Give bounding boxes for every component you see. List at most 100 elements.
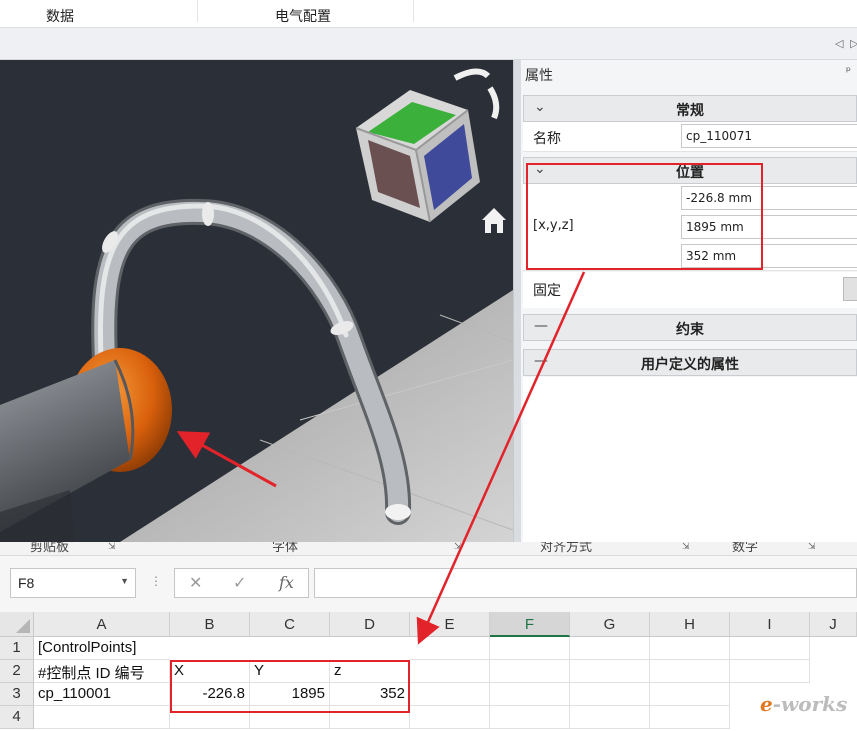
cell-e4[interactable] — [410, 706, 490, 729]
cell-e1[interactable] — [410, 637, 490, 660]
tab-strip: 数据 电气配置 — [0, 0, 857, 28]
y-field[interactable]: 1895 mm — [681, 215, 857, 239]
3d-viewport[interactable] — [0, 60, 513, 542]
section-position-label: 位置 — [676, 165, 704, 181]
cell-d3[interactable]: 352 — [330, 683, 410, 706]
cell-h2[interactable] — [650, 660, 730, 683]
floor-plane — [120, 290, 513, 542]
column-header[interactable]: J — [810, 612, 857, 637]
3d-scene[interactable] — [0, 60, 513, 542]
rotate-icon[interactable] — [487, 86, 500, 120]
home-icon[interactable] — [482, 208, 506, 233]
column-header[interactable]: H — [650, 612, 730, 637]
cell-f3[interactable] — [490, 683, 570, 706]
section-position-header[interactable]: 位置 ⌄ — [523, 157, 857, 184]
row-header[interactable]: 4 — [0, 706, 34, 729]
section-custom-label: 用户定义的属性 — [641, 357, 739, 373]
eworks-watermark: e-works — [760, 692, 848, 716]
dialog-launcher-icon[interactable]: ⇲ — [454, 542, 462, 552]
section-general-header[interactable]: 常规 ⌄ — [523, 95, 857, 122]
cell-a3[interactable]: cp_110001 — [34, 683, 170, 706]
cell-b3[interactable]: -226.8 — [170, 683, 250, 706]
ribbon-group-alignment: 对齐方式 — [540, 542, 593, 555]
properties-title: 属性 — [525, 68, 553, 84]
ribbon-group-clipboard: 剪贴板 — [30, 542, 70, 555]
cell-i1[interactable] — [730, 637, 810, 660]
column-header[interactable]: A — [34, 612, 170, 637]
splitter-dots-icon[interactable]: ⋮ — [150, 574, 162, 588]
x-field[interactable]: -226.8 mm — [681, 186, 857, 210]
cell-e2[interactable] — [410, 660, 490, 683]
row-header[interactable]: 2 — [0, 660, 34, 683]
name-label: 名称 — [533, 131, 561, 147]
tab-data[interactable]: 数据 — [46, 6, 74, 26]
chevron-down-icon[interactable]: ▼ — [120, 576, 129, 586]
cell-h3[interactable] — [650, 683, 730, 706]
spreadsheet-grid[interactable]: A B C D E F G H I J 1 2 3 4 [ControlPoin… — [0, 612, 857, 731]
cell-h4[interactable] — [650, 706, 730, 729]
properties-empty-area — [523, 377, 857, 542]
column-header[interactable]: G — [570, 612, 650, 637]
cell-c3[interactable]: 1895 — [250, 683, 330, 706]
chevron-down-icon[interactable]: ⌄ — [534, 161, 546, 177]
cable-endpoint[interactable] — [385, 504, 411, 520]
cancel-icon[interactable]: ✕ — [189, 573, 202, 592]
cell-c2[interactable]: Y — [250, 660, 330, 683]
z-field[interactable]: 352 mm — [681, 244, 857, 268]
column-header-selected[interactable]: F — [490, 612, 570, 637]
dialog-launcher-icon[interactable]: ⇲ — [682, 542, 690, 552]
cell-b2[interactable]: X — [170, 660, 250, 683]
scroll-left-icon[interactable]: ◁ — [835, 37, 843, 50]
column-header[interactable]: D — [330, 612, 410, 637]
section-constraint-header[interactable]: 约束 — — [523, 314, 857, 341]
scroll-right-icon[interactable]: ▷ — [850, 37, 857, 50]
row-header[interactable]: 3 — [0, 683, 34, 706]
name-field[interactable]: cp_110071 — [681, 124, 857, 148]
cell-a2[interactable]: #控制点 ID 编号 — [34, 660, 170, 683]
cell-d2[interactable]: z — [330, 660, 410, 683]
panel-splitter[interactable] — [513, 60, 521, 542]
name-box[interactable]: F8 ▼ — [10, 568, 136, 598]
section-constraint-label: 约束 — [676, 322, 704, 338]
cell-i2[interactable] — [730, 660, 810, 683]
column-header[interactable]: C — [250, 612, 330, 637]
rotate-icon[interactable] — [453, 68, 491, 81]
cell-b4[interactable] — [170, 706, 250, 729]
pin-icon[interactable]: ᵖ — [846, 64, 851, 78]
dialog-launcher-icon[interactable]: ⇲ — [808, 542, 816, 552]
ribbon-group-labels: 剪贴板 ⇲ 字体 ⇲ 对齐方式 ⇲ 数字 ⇲ — [0, 542, 857, 556]
control-point-ring[interactable] — [202, 202, 214, 226]
cell-g4[interactable] — [570, 706, 650, 729]
fixed-row: 固定 — [523, 272, 857, 308]
formula-input[interactable] — [314, 568, 857, 598]
cell-c4[interactable] — [250, 706, 330, 729]
column-header[interactable]: E — [410, 612, 490, 637]
insert-function-icon[interactable]: fx — [279, 573, 294, 592]
cell-e3[interactable] — [410, 683, 490, 706]
collapse-icon[interactable]: — — [534, 353, 548, 369]
cell-d4[interactable] — [330, 706, 410, 729]
cell-h1[interactable] — [650, 637, 730, 660]
select-all-corner[interactable] — [0, 612, 34, 637]
cell-g1[interactable] — [570, 637, 650, 660]
view-cube[interactable] — [355, 90, 480, 223]
cell-f1[interactable] — [490, 637, 570, 660]
column-header[interactable]: B — [170, 612, 250, 637]
lock-toggle[interactable] — [843, 277, 857, 301]
section-custom-header[interactable]: 用户定义的属性 — — [523, 349, 857, 376]
tab-electrical-config[interactable]: 电气配置 — [275, 6, 331, 26]
cell-f4[interactable] — [490, 706, 570, 729]
chevron-down-icon[interactable]: ⌄ — [534, 99, 546, 115]
column-header[interactable]: I — [730, 612, 810, 637]
enter-icon[interactable]: ✓ — [233, 573, 246, 592]
cell-a1[interactable]: [ControlPoints] — [34, 637, 170, 660]
cell-f2[interactable] — [490, 660, 570, 683]
dialog-launcher-icon[interactable]: ⇲ — [108, 542, 116, 552]
cell-g2[interactable] — [570, 660, 650, 683]
cell-a4[interactable] — [34, 706, 170, 729]
row-header[interactable]: 1 — [0, 637, 34, 660]
collapse-icon[interactable]: — — [534, 318, 548, 334]
cell-g3[interactable] — [570, 683, 650, 706]
properties-panel: 属性 ᵖ 常规 ⌄ 名称 cp_110071 位置 ⌄ [x,y,z] -226… — [521, 60, 857, 542]
excel-window: 剪贴板 ⇲ 字体 ⇲ 对齐方式 ⇲ 数字 ⇲ F8 ▼ ⋮ ✕ ✓ fx A B… — [0, 542, 857, 731]
